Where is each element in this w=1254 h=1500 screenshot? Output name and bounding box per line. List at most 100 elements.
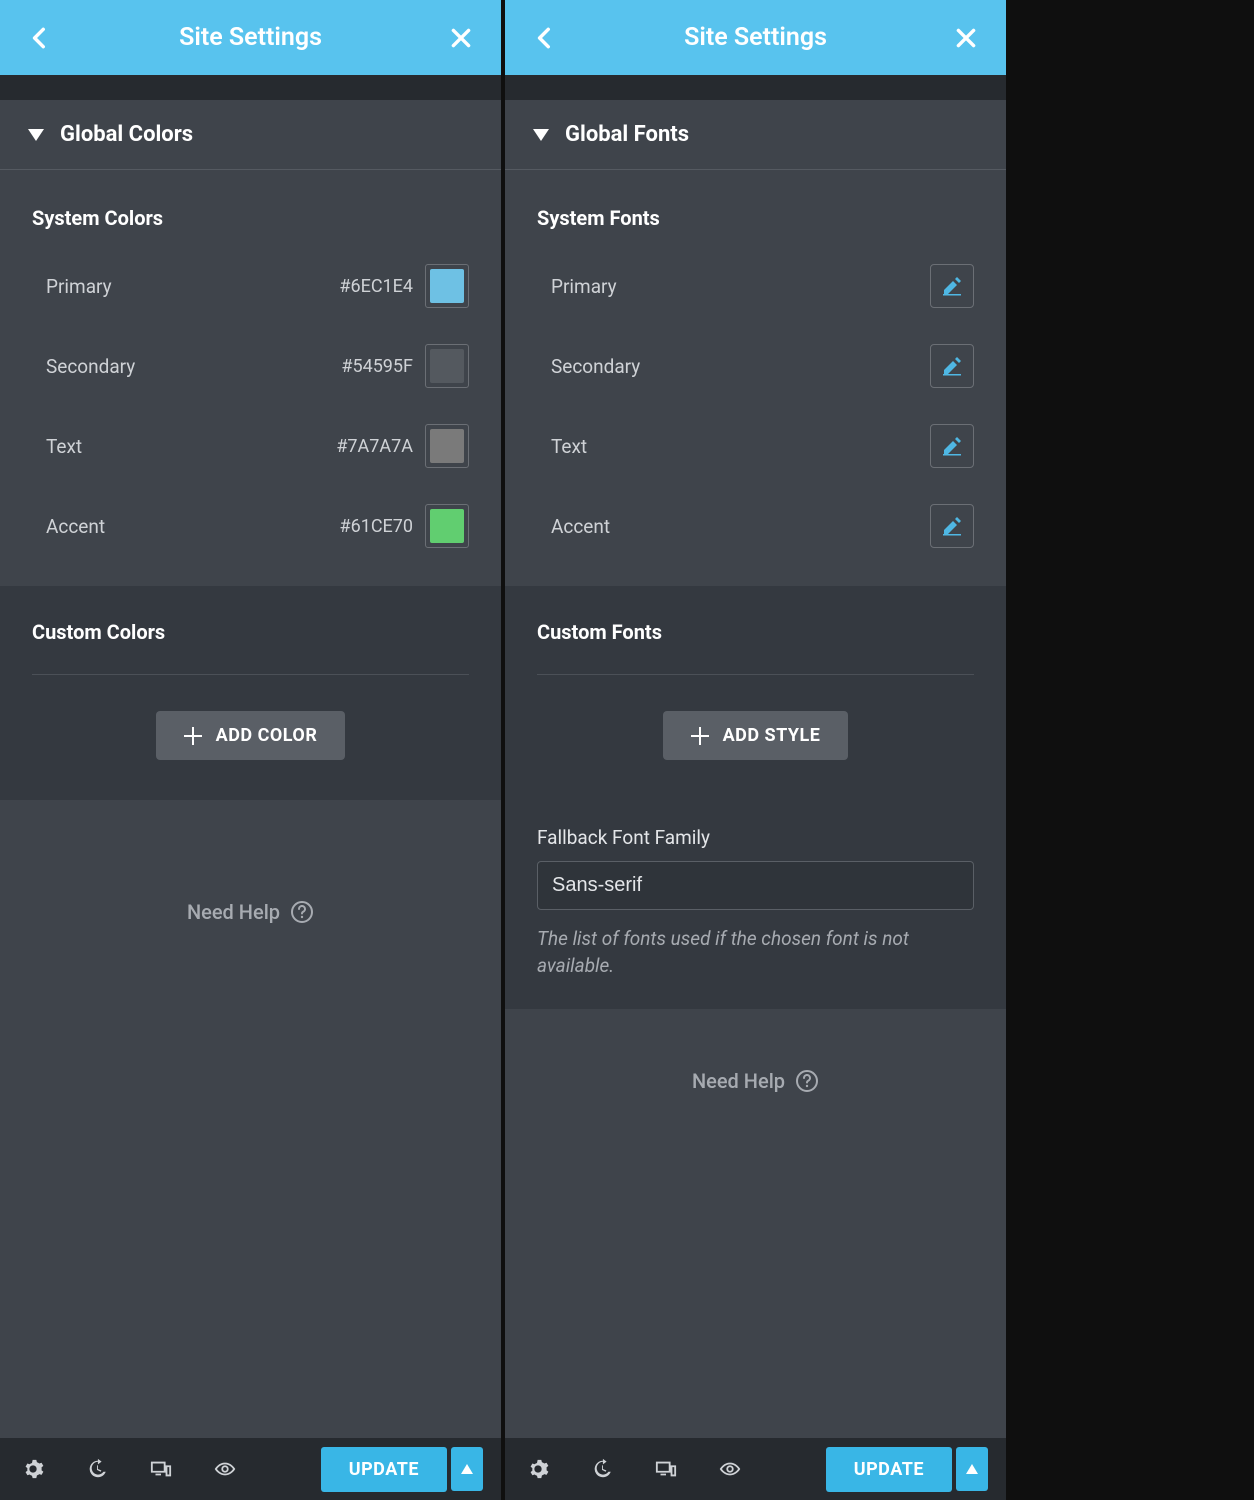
color-label: Primary <box>46 275 112 298</box>
footer-toolbar: UPDATE <box>0 1438 501 1500</box>
pencil-icon <box>942 356 962 376</box>
settings-button[interactable] <box>22 1458 44 1480</box>
page-title: Site Settings <box>565 23 946 52</box>
chevron-left-icon <box>532 25 558 51</box>
color-swatch-button[interactable] <box>425 504 469 548</box>
pencil-icon <box>942 516 962 536</box>
section-title: Global Colors <box>60 122 193 147</box>
topbar: Site Settings <box>0 0 501 75</box>
edit-font-button[interactable] <box>930 424 974 468</box>
page-title: Site Settings <box>60 23 441 52</box>
chevron-down-icon <box>533 122 549 147</box>
fallback-font-input[interactable] <box>537 861 974 910</box>
color-row-accent: Accent #61CE70 <box>0 486 501 566</box>
custom-fonts-block: Custom Fonts ADD STYLE <box>505 586 1006 800</box>
font-row-primary: Primary <box>505 246 1006 326</box>
update-button[interactable]: UPDATE <box>321 1447 447 1492</box>
caret-up-icon <box>461 1464 473 1474</box>
back-button[interactable] <box>525 18 565 58</box>
font-row-accent: Accent <box>505 486 1006 566</box>
fallback-font-label: Fallback Font Family <box>537 826 974 849</box>
font-label: Primary <box>551 275 617 298</box>
responsive-icon <box>150 1458 172 1480</box>
eye-icon <box>719 1458 741 1480</box>
color-label: Secondary <box>46 355 135 378</box>
font-row-secondary: Secondary <box>505 326 1006 406</box>
update-button[interactable]: UPDATE <box>826 1447 952 1492</box>
fallback-font-block: Fallback Font Family The list of fonts u… <box>505 800 1006 1009</box>
responsive-button[interactable] <box>150 1458 172 1480</box>
color-hex: #6EC1E4 <box>339 276 413 297</box>
section-header-global-fonts[interactable]: Global Fonts <box>505 100 1006 170</box>
color-swatch <box>430 429 464 463</box>
color-row-primary: Primary #6EC1E4 <box>0 246 501 326</box>
update-options-button[interactable] <box>956 1447 988 1491</box>
chevron-left-icon <box>27 25 53 51</box>
system-fonts-heading: System Fonts <box>505 170 1006 246</box>
need-help-link[interactable]: Need Help <box>0 800 501 964</box>
history-button[interactable] <box>86 1458 108 1480</box>
preview-button[interactable] <box>719 1458 741 1480</box>
custom-colors-block: Custom Colors ADD COLOR <box>0 586 501 800</box>
need-help-label: Need Help <box>692 1069 785 1093</box>
pencil-icon <box>942 436 962 456</box>
edit-font-button[interactable] <box>930 344 974 388</box>
custom-fonts-heading: Custom Fonts <box>537 620 974 675</box>
font-label: Secondary <box>551 355 640 378</box>
panel-global-fonts: Site Settings Global Fonts System Fonts … <box>505 0 1006 1500</box>
section-title: Global Fonts <box>565 122 689 147</box>
edit-font-button[interactable] <box>930 504 974 548</box>
chevron-down-icon <box>28 122 44 147</box>
color-hex: #7A7A7A <box>336 436 413 457</box>
caret-up-icon <box>966 1464 978 1474</box>
preview-button[interactable] <box>214 1458 236 1480</box>
add-color-button[interactable]: ADD COLOR <box>156 711 346 760</box>
close-button[interactable] <box>946 18 986 58</box>
update-label: UPDATE <box>349 1459 419 1480</box>
color-swatch <box>430 509 464 543</box>
responsive-button[interactable] <box>655 1458 677 1480</box>
color-swatch-button[interactable] <box>425 424 469 468</box>
custom-colors-heading: Custom Colors <box>32 620 469 675</box>
font-label: Accent <box>551 515 610 538</box>
plus-icon <box>184 727 202 745</box>
system-colors-heading: System Colors <box>0 170 501 246</box>
color-row-text: Text #7A7A7A <box>0 406 501 486</box>
add-style-label: ADD STYLE <box>723 725 821 746</box>
history-icon <box>86 1458 108 1480</box>
color-swatch-button[interactable] <box>425 344 469 388</box>
need-help-link[interactable]: Need Help <box>505 1009 1006 1133</box>
close-button[interactable] <box>441 18 481 58</box>
panel-global-colors: Site Settings Global Colors System Color… <box>0 0 501 1500</box>
update-label: UPDATE <box>854 1459 924 1480</box>
history-button[interactable] <box>591 1458 613 1480</box>
settings-button[interactable] <box>527 1458 549 1480</box>
spacer <box>0 75 501 100</box>
need-help-label: Need Help <box>187 900 280 924</box>
fallback-font-description: The list of fonts used if the chosen fon… <box>537 926 974 979</box>
update-options-button[interactable] <box>451 1447 483 1491</box>
topbar: Site Settings <box>505 0 1006 75</box>
edit-font-button[interactable] <box>930 264 974 308</box>
color-label: Text <box>46 435 82 458</box>
gear-icon <box>22 1458 44 1480</box>
add-style-button[interactable]: ADD STYLE <box>663 711 849 760</box>
color-swatch <box>430 349 464 383</box>
responsive-icon <box>655 1458 677 1480</box>
plus-icon <box>691 727 709 745</box>
color-swatch-button[interactable] <box>425 264 469 308</box>
history-icon <box>591 1458 613 1480</box>
footer-toolbar: UPDATE <box>505 1438 1006 1500</box>
eye-icon <box>214 1458 236 1480</box>
color-row-secondary: Secondary #54595F <box>0 326 501 406</box>
add-color-label: ADD COLOR <box>216 725 318 746</box>
close-icon <box>953 25 979 51</box>
section-header-global-colors[interactable]: Global Colors <box>0 100 501 170</box>
color-label: Accent <box>46 515 105 538</box>
font-row-text: Text <box>505 406 1006 486</box>
gear-icon <box>527 1458 549 1480</box>
color-hex: #61CE70 <box>340 516 414 537</box>
help-icon <box>795 1069 819 1093</box>
back-button[interactable] <box>20 18 60 58</box>
color-swatch <box>430 269 464 303</box>
